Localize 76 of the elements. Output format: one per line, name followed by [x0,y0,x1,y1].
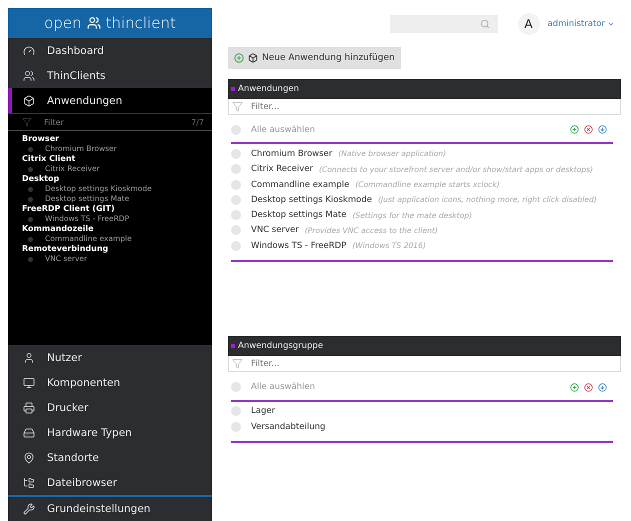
tree-group[interactable]: FreeRDP Client (GIT) [22,204,212,214]
filter-input[interactable]: Filter... [249,358,620,370]
panel-title: Anwendungen [238,84,299,94]
item-radio[interactable] [231,240,241,251]
chevron-icon [607,20,615,28]
add-icon[interactable] [570,125,579,134]
tree-group[interactable]: Citrix Client [22,154,212,164]
item-name[interactable]: Commandline example [251,180,350,190]
item-name[interactable]: Desktop settings Mate [251,210,346,220]
bullet-icon [28,196,33,202]
tree-group[interactable]: Remoteverbindung [22,244,212,254]
item-name[interactable]: Chromium Browser [251,148,332,159]
item-name[interactable]: Lager [251,406,276,416]
filter-field[interactable]: Filter... [228,99,621,115]
filter-input[interactable]: Filter... [249,100,620,112]
hard-drive-icon [23,426,35,438]
folder-tree-icon [23,476,35,488]
add-icon[interactable] [570,382,579,392]
bullet-icon [28,256,33,262]
item-radio[interactable] [231,422,241,432]
item-radio[interactable] [231,194,241,205]
filter-field[interactable]: Filter [42,116,182,128]
wrench-icon [23,503,35,515]
item-radio[interactable] [231,148,241,159]
item-radio[interactable] [231,210,241,220]
logo-text: thinclient [106,14,176,32]
users-icon [86,16,101,30]
bullet-icon [231,344,235,348]
nav-item[interactable]: Dashboard [8,38,212,63]
bullet-icon [28,146,33,152]
item-radio[interactable] [231,180,241,190]
monitor-icon [23,376,35,388]
logo-text: open [44,14,82,32]
download-icon[interactable] [598,382,607,392]
tree-group[interactable]: Browser [22,134,212,144]
panel-title: Anwendungsgruppe [238,341,324,352]
item-name[interactable]: Versandabteilung [251,422,326,432]
filter-icon [232,101,243,112]
box-icon [248,53,258,63]
bullet-icon [28,186,33,192]
close-icon[interactable] [584,125,593,134]
plus-icon [234,53,244,63]
select-all-radio[interactable] [231,382,241,392]
item-name[interactable]: Windows TS - FreeRDP [251,240,346,251]
filter-icon [22,117,32,127]
bullet-icon [28,166,33,172]
user-icon [23,352,35,364]
item-radio[interactable] [231,406,241,416]
search-field[interactable] [390,15,498,33]
filter-icon [232,358,243,370]
avatar[interactable]: A [518,13,540,35]
close-icon[interactable] [584,382,593,392]
add-button[interactable]: Neue Anwendung hinzufügen [228,47,401,69]
map-pin-icon [23,452,35,464]
item-radio[interactable] [231,164,241,174]
bullet-icon [28,236,33,242]
users-icon [23,70,35,82]
filter-field[interactable]: Filter... [228,356,621,372]
gauge-icon [23,44,35,56]
nav-item[interactable]: Grundeinstellungen [8,495,212,521]
download-icon[interactable] [598,125,607,134]
item-name[interactable]: Citrix Receiver [251,164,313,174]
bullet-icon [28,216,33,222]
item-name[interactable]: VNC server [251,225,299,236]
item-radio[interactable] [231,225,241,236]
printer-icon [23,402,35,414]
bullet-icon [231,87,235,91]
select-all-radio[interactable] [231,124,241,135]
box-icon [23,94,35,106]
item-name[interactable]: Desktop settings Kioskmode [251,194,372,205]
tree-group[interactable]: Kommandozeile [22,224,212,234]
filter-count: 7/7 [191,118,204,126]
user-menu[interactable]: administrator [548,19,615,29]
search-icon [480,19,490,29]
nav-item[interactable]: ThinClients [8,63,212,88]
tree-group[interactable]: Desktop [22,174,212,184]
